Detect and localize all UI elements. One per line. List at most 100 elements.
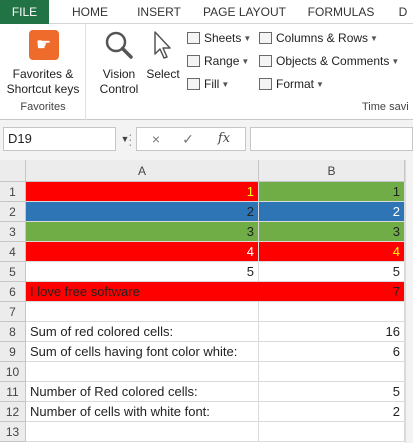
cell-b9[interactable]: 6 — [259, 342, 405, 362]
cell-a1[interactable]: 1 — [26, 182, 259, 202]
row-header[interactable]: 13 — [0, 422, 26, 442]
hand-pointer-icon: ☛ — [36, 35, 52, 54]
row-header[interactable]: 1 — [0, 182, 26, 202]
table-row: 7 — [0, 302, 405, 322]
insert-function-icon[interactable]: fx — [211, 128, 237, 150]
cell-b1[interactable]: 1 — [259, 182, 405, 202]
row-header[interactable]: 3 — [0, 222, 26, 242]
table-row: 1 1 1 — [0, 182, 405, 202]
columns-rows-label: Columns & Rows — [276, 31, 369, 45]
cell-a3[interactable]: 3 — [26, 222, 259, 242]
cell-a9[interactable]: Sum of cells having font color white: — [26, 342, 259, 362]
shortcut-keys-label[interactable]: Shortcut keys — [0, 82, 86, 97]
format-button[interactable]: Format ▼ — [259, 74, 324, 94]
control-label: Control — [99, 82, 139, 96]
cell-b12[interactable]: 2 — [259, 402, 405, 422]
tab-formulas[interactable]: FORMULAS — [301, 0, 381, 24]
cell-b5[interactable]: 5 — [259, 262, 405, 282]
cell-b3[interactable]: 3 — [259, 222, 405, 242]
cell-a10[interactable] — [26, 362, 259, 382]
columns-rows-button[interactable]: Columns & Rows ▼ — [259, 28, 378, 48]
tab-page-layout[interactable]: PAGE LAYOUT — [198, 0, 291, 24]
ribbon-tab-bar: FILE HOME INSERT PAGE LAYOUT FORMULAS D — [0, 0, 413, 24]
cell-b8[interactable]: 16 — [259, 322, 405, 342]
favorites-group: ☛ Favorites & Shortcut keys Favorites — [0, 24, 86, 120]
cell-b6[interactable]: 7 — [393, 282, 400, 302]
sheets-button[interactable]: Sheets ▼ — [187, 28, 251, 48]
tab-data-partial[interactable]: D — [393, 0, 413, 24]
enter-icon[interactable]: ✓ — [175, 128, 201, 150]
cell-a13[interactable] — [26, 422, 259, 442]
column-header-b[interactable]: B — [259, 160, 405, 182]
range-label: Range — [204, 54, 240, 68]
table-row: 12 Number of cells with white font: 2 — [0, 402, 405, 422]
cell-a12[interactable]: Number of cells with white font: — [26, 402, 259, 422]
format-label: Format — [276, 77, 315, 91]
vision-control-button[interactable]: Vision Control — [96, 28, 142, 100]
table-row: 3 3 3 — [0, 222, 405, 242]
magnifier-icon — [105, 31, 133, 59]
chevron-down-icon: ▼ — [221, 80, 230, 89]
vertical-scrollbar[interactable] — [405, 160, 413, 443]
range-button[interactable]: Range ▼ — [187, 51, 249, 71]
select-all-corner[interactable] — [0, 160, 26, 182]
select-button[interactable]: Select — [143, 28, 183, 100]
tab-file[interactable]: FILE — [0, 0, 49, 24]
cell-b4[interactable]: 4 — [259, 242, 405, 262]
columns-rows-icon — [259, 32, 272, 44]
row-header[interactable]: 9 — [0, 342, 26, 362]
name-box[interactable]: D19 — [3, 127, 116, 151]
table-row: 5 5 5 — [0, 262, 405, 282]
table-row: 9 Sum of cells having font color white: … — [0, 342, 405, 362]
cell-a7[interactable] — [26, 302, 259, 322]
row-header[interactable]: 5 — [0, 262, 26, 282]
row-header[interactable]: 6 — [0, 282, 26, 302]
select-label: Select — [146, 67, 180, 81]
row-header[interactable]: 10 — [0, 362, 26, 382]
cell-a2[interactable]: 2 — [26, 202, 259, 222]
cell-b7[interactable] — [259, 302, 405, 322]
table-row: 8 Sum of red colored cells: 16 — [0, 322, 405, 342]
cursor-icon — [154, 31, 171, 59]
cell-b2[interactable]: 2 — [259, 202, 405, 222]
chevron-down-icon: ▼ — [243, 34, 252, 43]
tab-home[interactable]: HOME — [60, 0, 120, 24]
table-row: 11 Number of Red colored cells: 5 — [0, 382, 405, 402]
vision-label: Vision — [102, 67, 136, 81]
chevron-down-icon: ▼ — [316, 80, 324, 89]
drag-handle-icon[interactable]: · · · — [128, 127, 134, 151]
sheets-label: Sheets — [204, 31, 242, 45]
cell-a6[interactable]: I love free software 7 — [26, 282, 405, 302]
cell-b13[interactable] — [259, 422, 405, 442]
cell-b11[interactable]: 5 — [259, 382, 405, 402]
chevron-down-icon: ▼ — [391, 57, 400, 66]
row-header[interactable]: 12 — [0, 402, 26, 422]
cell-b10[interactable] — [259, 362, 405, 382]
sheets-icon — [187, 32, 200, 44]
ribbon-panel: ☛ Favorites & Shortcut keys Favorites Vi… — [0, 24, 413, 120]
formula-bar: D19 ▼ · · · × ✓ fx — [0, 120, 413, 160]
cell-a4[interactable]: 4 — [26, 242, 259, 262]
format-icon — [259, 78, 272, 90]
table-row: 4 4 4 — [0, 242, 405, 262]
cancel-icon[interactable]: × — [143, 128, 169, 150]
objects-comments-button[interactable]: Objects & Comments ▼ — [259, 51, 399, 71]
cell-a5[interactable]: 5 — [26, 262, 259, 282]
row-header[interactable]: 4 — [0, 242, 26, 262]
fill-icon — [187, 78, 200, 90]
row-header[interactable]: 8 — [0, 322, 26, 342]
row-header[interactable]: 11 — [0, 382, 26, 402]
formula-input[interactable] — [250, 127, 413, 151]
formula-buttons: × ✓ fx — [136, 127, 246, 151]
cell-a8[interactable]: Sum of red colored cells: — [26, 322, 259, 342]
fill-button[interactable]: Fill ▼ — [187, 74, 229, 94]
favorites-label[interactable]: Favorites & — [0, 67, 86, 82]
row-header[interactable]: 2 — [0, 202, 26, 222]
favorites-shortcut-button[interactable]: ☛ — [29, 30, 59, 60]
cell-a11[interactable]: Number of Red colored cells: — [26, 382, 259, 402]
fill-label: Fill — [204, 77, 220, 91]
row-header[interactable]: 7 — [0, 302, 26, 322]
column-header-a[interactable]: A — [26, 160, 259, 182]
table-row: 13 — [0, 422, 405, 442]
tab-insert[interactable]: INSERT — [127, 0, 191, 24]
